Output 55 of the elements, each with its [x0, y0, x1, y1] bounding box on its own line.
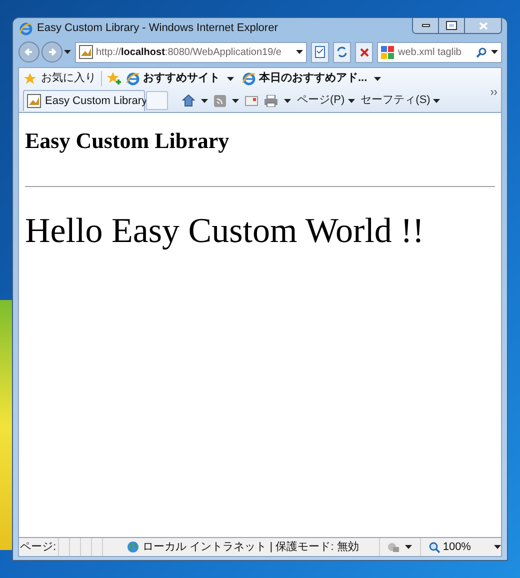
stop-button[interactable]: [355, 42, 373, 62]
document-icon: [315, 46, 325, 58]
refresh-button[interactable]: [333, 42, 351, 62]
star-icon: [24, 72, 36, 84]
feed-icon[interactable]: [214, 94, 226, 106]
search-icon[interactable]: [476, 46, 487, 58]
favorites-button[interactable]: お気に入り: [41, 70, 96, 87]
home-icon[interactable]: [182, 94, 195, 107]
caret-icon[interactable]: [232, 98, 239, 102]
window-title: Easy Custom Library - Windows Internet Explorer: [37, 21, 278, 36]
compatibility-button[interactable]: [311, 42, 329, 62]
caret-icon[interactable]: [433, 98, 440, 102]
globe-icon: [126, 540, 140, 554]
page-icon: [27, 94, 41, 108]
browser-tab[interactable]: Easy Custom Library: [23, 90, 145, 111]
browser-logo-icon: [19, 22, 33, 36]
zone-text: ローカル イントラネット | 保護モード: 無効: [142, 540, 359, 555]
maximize-button[interactable]: [439, 18, 465, 33]
minimize-button[interactable]: [413, 18, 439, 33]
refresh-icon: [336, 46, 348, 58]
command-menu[interactable]: セーフティ(S): [360, 92, 440, 109]
hello-message: Hello Easy Custom World !!: [25, 213, 425, 248]
command-menu[interactable]: ページ(P): [297, 92, 355, 109]
printer-icon[interactable]: [264, 94, 278, 106]
address-field[interactable]: http://localhost:8080/WebApplication19/e: [75, 42, 307, 62]
search-provider-icon: [381, 46, 394, 58]
add-favorite-icon[interactable]: [107, 72, 121, 85]
favorite-link[interactable]: 本日のおすすめアド...: [242, 70, 382, 87]
search-field[interactable]: web.xml taglib: [377, 42, 502, 62]
history-caret-icon[interactable]: [64, 50, 71, 54]
browser-logo-icon: [126, 72, 140, 86]
browser-logo-icon: [242, 72, 256, 86]
caret-icon[interactable]: [284, 98, 291, 102]
status-text: ページ:: [19, 540, 58, 555]
close-icon: [478, 22, 488, 30]
search-text: web.xml taglib: [398, 46, 462, 60]
search-caret-icon[interactable]: [491, 50, 498, 54]
favorite-link[interactable]: おすすめサイト: [126, 70, 234, 87]
caret-icon[interactable]: [374, 76, 382, 80]
zoom-level[interactable]: 100%: [442, 538, 471, 556]
caret-icon[interactable]: [201, 98, 208, 102]
url-text: http://localhost:8080/WebApplication19/e: [96, 46, 282, 60]
mail-icon[interactable]: [245, 96, 258, 106]
address-caret-icon[interactable]: [296, 50, 303, 54]
close-icon: [360, 48, 368, 56]
caret-icon[interactable]: [227, 76, 234, 80]
zoom-caret-icon[interactable]: [494, 545, 501, 549]
back-button[interactable]: [18, 41, 40, 63]
chevron-icon[interactable]: [491, 90, 498, 95]
caret-icon[interactable]: [404, 545, 412, 549]
page-icon: [79, 45, 93, 59]
caret-icon[interactable]: [348, 98, 355, 102]
forward-button[interactable]: [41, 41, 63, 63]
zoom-icon[interactable]: [428, 542, 440, 552]
page-heading: Easy Custom Library: [25, 130, 230, 152]
